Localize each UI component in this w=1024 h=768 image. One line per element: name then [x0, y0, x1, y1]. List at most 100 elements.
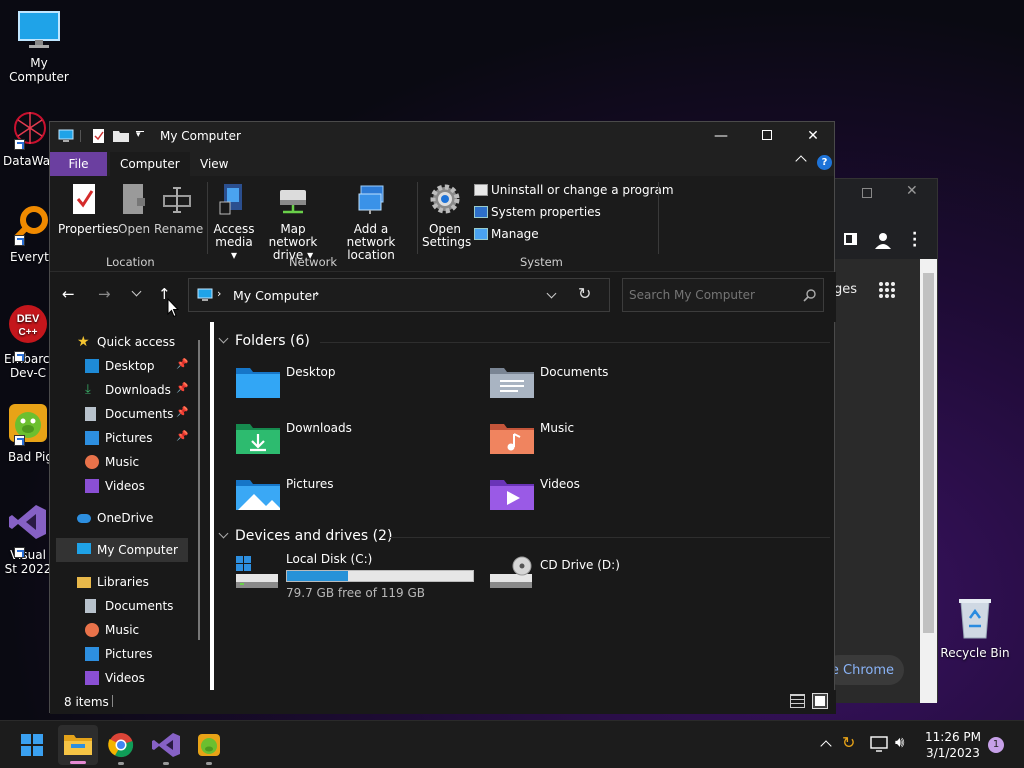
active-indicator — [118, 762, 124, 765]
monitor-icon — [18, 11, 60, 48]
chrome-maximize-button[interactable] — [862, 188, 872, 198]
chrome-icon[interactable] — [103, 727, 139, 763]
nav-lib-documents[interactable]: Documents — [85, 594, 173, 618]
details-view-button[interactable] — [790, 694, 805, 708]
notification-badge[interactable]: 1 — [988, 737, 1004, 753]
group-header-devices[interactable]: Devices and drives (2) — [218, 528, 830, 544]
pictures-icon — [85, 431, 99, 445]
explorer-window: ▾ My Computer — ✕ File Computer View ? P… — [49, 121, 836, 714]
chrome-scrollbar[interactable] — [920, 259, 937, 703]
nav-documents[interactable]: Documents — [85, 402, 173, 426]
show-hidden-icons-button[interactable] — [820, 740, 832, 752]
pin-icon[interactable]: 📌 — [176, 407, 188, 418]
open-button[interactable]: Open — [118, 182, 150, 236]
close-button[interactable]: ✕ — [790, 122, 836, 150]
title-bar[interactable]: ▾ My Computer — ✕ — [50, 122, 834, 150]
nav-quick-access[interactable]: ★ Quick access — [77, 330, 175, 354]
chrome-sidepanel-icon[interactable] — [844, 233, 857, 245]
collapse-ribbon-icon[interactable] — [795, 155, 807, 167]
pin-icon[interactable]: 📌 — [176, 359, 188, 370]
sync-icon[interactable]: ↻ — [842, 733, 855, 752]
tab-file[interactable]: File — [50, 152, 107, 176]
nav-desktop[interactable]: Desktop — [85, 354, 155, 378]
properties-button[interactable]: Properties — [58, 182, 119, 236]
system-properties-button[interactable]: System properties — [474, 205, 601, 219]
chrome-window-background[interactable]: ✕ · · · ges e Chrome — [824, 178, 938, 703]
desktop-icon-my-computer[interactable]: My Computer — [0, 10, 78, 84]
help-icon[interactable]: ? — [817, 155, 832, 170]
nav-pictures[interactable]: Pictures — [85, 426, 153, 450]
computer-icon — [58, 129, 74, 142]
status-separator — [112, 695, 113, 707]
uninstall-program-button[interactable]: Uninstall or change a program — [474, 183, 674, 197]
breadcrumb-my-computer[interactable]: My Computer — [233, 288, 317, 303]
new-folder-icon[interactable] — [113, 129, 129, 142]
pin-icon[interactable]: 📌 — [176, 431, 188, 442]
nav-videos[interactable]: Videos — [85, 474, 145, 498]
refresh-icon[interactable]: ↻ — [578, 284, 591, 303]
desktop-icon-embarcadero[interactable]: DEV C++ Embarca Dev-C — [0, 302, 57, 380]
taskbar-file-explorer[interactable] — [58, 725, 98, 765]
manage-button[interactable]: Manage — [474, 227, 539, 241]
desktop-icon-visual-studio[interactable]: Visual St 2022 — [0, 502, 56, 576]
apps-grid-icon[interactable] — [878, 281, 896, 299]
access-media-icon — [219, 184, 242, 215]
search-box[interactable] — [622, 278, 824, 312]
chrome-profile-icon[interactable] — [874, 231, 892, 249]
network-icon[interactable] — [870, 736, 888, 752]
chevron-down-icon — [218, 528, 229, 539]
nav-lib-videos[interactable]: Videos — [85, 666, 145, 690]
map-network-drive-button[interactable]: Map network drive ▾ — [256, 182, 330, 262]
address-bar[interactable]: › My Computer › ↻ — [188, 278, 610, 312]
nav-my-computer[interactable]: My Computer — [77, 538, 178, 562]
shortcut-arrow-icon — [14, 139, 25, 150]
programs-icon — [474, 184, 488, 196]
recent-locations-button[interactable] — [131, 286, 142, 297]
add-network-location-button[interactable]: Add a network location — [330, 182, 412, 262]
desktop-icon-bad-piggies[interactable]: Bad Pig — [0, 402, 56, 464]
pictures-folder-icon — [236, 480, 280, 510]
download-arrow-icon: ⤓ — [85, 382, 91, 397]
videos-folder-icon — [490, 480, 534, 510]
start-windows-icon[interactable] — [14, 727, 50, 763]
search-input[interactable] — [629, 286, 799, 304]
large-icons-view-button[interactable] — [812, 693, 828, 709]
minimize-button[interactable]: — — [698, 122, 744, 150]
documents-icon — [85, 407, 96, 421]
content-pane: Folders (6) Desktop Documents Downloads … — [210, 322, 836, 690]
chrome-menu-icon[interactable]: · · · — [912, 227, 917, 253]
tab-view[interactable]: View — [190, 152, 238, 176]
back-button[interactable]: ← — [62, 285, 82, 305]
pictures-icon — [85, 647, 99, 661]
properties-check-icon[interactable] — [92, 128, 105, 144]
breadcrumb-chevron-icon[interactable]: › — [315, 287, 319, 300]
nav-onedrive[interactable]: OneDrive — [77, 506, 153, 530]
nav-lib-pictures[interactable]: Pictures — [85, 642, 153, 666]
shortcut-arrow-icon — [14, 235, 25, 246]
nav-music[interactable]: Music — [85, 450, 139, 474]
search-icon[interactable] — [803, 289, 816, 302]
group-header-folders[interactable]: Folders (6) — [218, 333, 830, 349]
bad-piggies-icon[interactable] — [191, 727, 227, 763]
chrome-close-button[interactable]: ✕ — [906, 183, 918, 199]
open-settings-button[interactable]: Open Settings — [422, 182, 471, 249]
forward-button[interactable]: → — [98, 285, 118, 305]
clock[interactable]: 11:26 PM 3/1/2023 — [920, 729, 986, 761]
access-media-button[interactable]: Access media ▾ — [212, 182, 256, 262]
rename-button[interactable]: Rename — [154, 182, 203, 236]
chrome-page — [834, 259, 920, 703]
drive-c-usage-bar — [286, 570, 474, 582]
desktop-icon-recycle-bin[interactable]: Recycle Bin — [940, 596, 1010, 660]
maximize-button[interactable] — [744, 122, 790, 150]
nav-scrollbar[interactable] — [198, 340, 200, 640]
address-dropdown-icon[interactable] — [546, 288, 557, 299]
visual-studio-icon[interactable] — [148, 727, 184, 763]
computer-icon — [77, 543, 91, 554]
tab-computer[interactable]: Computer — [110, 152, 190, 176]
nav-libraries[interactable]: Libraries — [77, 570, 149, 594]
pin-icon[interactable]: 📌 — [176, 383, 188, 394]
nav-downloads[interactable]: ⤓ Downloads — [85, 378, 171, 402]
nav-lib-music[interactable]: Music — [85, 618, 139, 642]
devcpp-icon: DEV C++ — [9, 305, 47, 343]
volume-icon[interactable]: 🔊︎ — [895, 733, 904, 751]
